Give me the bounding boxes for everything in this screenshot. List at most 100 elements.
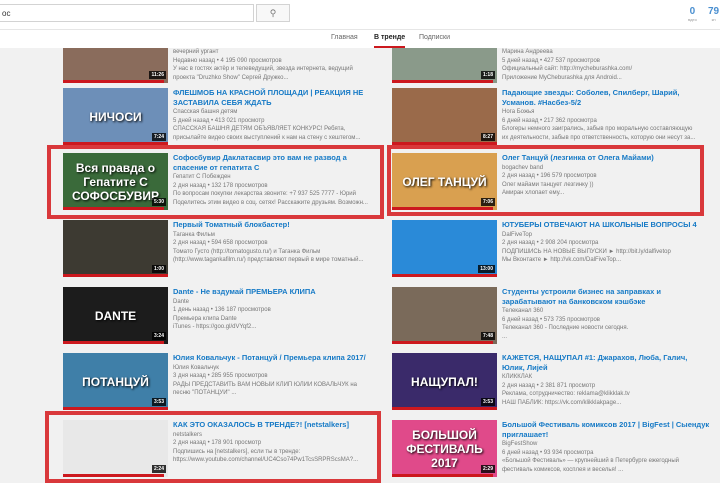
video-info: ЮТУБЕРЫ ОТВЕЧАЮТ НА ШКОЛЬНЫЕ ВОПРОСЫ 4 Da… [502, 220, 712, 265]
search-icon: ⚲ [269, 8, 277, 18]
video-thumbnail[interactable]: НИЧОСИ 7:24 [63, 88, 168, 145]
video-description: «Большой Фестиваль» — крупнейший в Петер… [502, 458, 680, 464]
video-views-meta: 1 день назад • 136 187 просмотров [173, 307, 271, 313]
video-views-meta: 6 дней назад • 217 362 просмотра [502, 117, 597, 124]
channel-name-link[interactable]: Телеканал 360 [502, 307, 712, 316]
video-views-meta: 2 дня назад • 2 381 871 просмотр [502, 382, 596, 389]
video-title-link[interactable]: Студенты устроили бизнес на заправках и … [502, 287, 712, 306]
channel-name-link[interactable]: КЛИККЛАК [502, 373, 712, 382]
video-title-link[interactable]: КАЖЕТСЯ, НАЩУПАЛ #1: Джарахов, Люба, Гал… [502, 353, 712, 372]
tab-trending[interactable]: В тренде [374, 34, 406, 48]
video-description: СПАССКАЯ БАШНЯ ДЕТЯМ ОБЪЯВЛЯЕТ КОНКУРС! … [173, 126, 346, 132]
stat-value: 79 [708, 6, 720, 17]
video-duration: 3:53 [480, 398, 495, 406]
tab-home[interactable]: Главная [331, 34, 358, 41]
video-description: РАДЫ ПРЕДСТАВИТЬ ВАМ НОВЫЙ КЛИП ЮЛИИ КОВ… [173, 381, 357, 388]
video-info: Первый Томатный блокбастер! Таганка Фильм… [173, 220, 383, 265]
video-views-meta: 3 дня назад • 285 955 просмотров [173, 373, 268, 379]
channel-name-link[interactable]: Спасская башня детям [173, 108, 383, 117]
video-description: фестиваль комиксов, косплея и веселья! .… [502, 466, 624, 473]
video-views-meta: 6 дней назад • 93 934 просмотра [502, 449, 594, 456]
thumbnail-text: БОЛЬШОЙ ФЕСТИВАЛЬ 2017 [406, 427, 483, 470]
video-title-link[interactable]: Первый Томатный блокбастер! [173, 220, 383, 230]
video-title-link[interactable]: Dante - Не вздумай ПРЕМЬЕРА КЛИПА [173, 287, 383, 297]
channel-name-link[interactable]: Таганка Фильм [173, 231, 383, 240]
watch-progress-bar [392, 274, 497, 277]
stat-subscribers[interactable]: 79 кн [708, 6, 719, 22]
video-thumbnail[interactable]: БОЛЬШОЙ ФЕСТИВАЛЬ 2017 2:29 [392, 420, 497, 477]
video-thumbnail[interactable]: 1:00 [63, 220, 168, 277]
watch-progress-bar [392, 407, 497, 410]
watch-progress-bar [63, 407, 168, 410]
channel-name-link[interactable]: Юлия Ковальчук [173, 364, 383, 373]
video-title-link[interactable]: ФЛЕШМОБ НА КРАСНОЙ ПЛОЩАДИ | РЕАКЦИЯ НЕ … [173, 88, 383, 107]
video-views-meta: 6 дней назад • 573 735 просмотров [502, 316, 600, 323]
video-title-link[interactable]: Большой Фестиваль комиксов 2017 | BigFes… [502, 420, 712, 439]
video-description: Официальный сайт: http://mycheburashka.c… [502, 66, 633, 72]
watch-progress-bar [392, 474, 493, 477]
watch-progress-bar [63, 80, 164, 83]
video-views-meta: Недавно назад • 4 195 090 просмотров [173, 57, 282, 64]
video-description: НАШ ПАБЛИК: https://vk.com/klikklakpage.… [502, 399, 622, 406]
watch-progress-bar [63, 341, 164, 344]
video-title-link[interactable]: Падающие звезды: Соболев, Спилберг, Шари… [502, 88, 712, 107]
highlight-box [45, 411, 381, 483]
video-duration: 11:26 [149, 71, 166, 79]
stat-label: вдео [688, 17, 697, 22]
video-duration: 8:27 [480, 133, 495, 141]
video-description: ... [502, 333, 508, 340]
stat-label: кн [711, 17, 716, 22]
video-description: Премьера клипа Dante [173, 315, 237, 322]
video-description: проекта "Druzhko Show" Сергей Дружко... [173, 74, 289, 81]
stat-value: 0 [689, 6, 696, 17]
channel-name-link[interactable]: Нога Божья [502, 108, 712, 117]
video-duration: 1:18 [480, 71, 495, 79]
top-header: ос ⚲ 0 вдео 79 кн [0, 0, 720, 30]
thumbnail-text: DANTE [94, 308, 137, 323]
watch-progress-bar [392, 80, 493, 83]
video-description: Реклама, сотрудничество: reklama@klikkla… [502, 391, 630, 397]
video-description: Блогеры немного заигрались, забыв про мо… [502, 126, 693, 132]
thumbnail-text: НАЩУПАЛ! [411, 374, 478, 389]
video-description: Мы Вконтакте ► http://vk.com/DalFiveTop.… [502, 257, 622, 263]
channel-name-link[interactable]: Dante [173, 298, 383, 307]
channel-name-link[interactable]: DalFiveTop [502, 231, 712, 240]
search-input[interactable]: ос [0, 4, 254, 22]
video-info: Студенты устроили бизнес на заправках и … [502, 287, 712, 341]
video-info: Падающие звезды: Соболев, Спилберг, Шари… [502, 88, 712, 142]
channel-name-link[interactable]: Марина Андреева [502, 48, 712, 57]
video-views-meta: 2 дня назад • 2 908 204 просмотра [502, 240, 599, 246]
tab-subscriptions[interactable]: Подписки [419, 34, 450, 41]
video-title-link[interactable]: Юлия Ковальчук - Потанцуй / Премьера кли… [173, 353, 383, 363]
video-duration: 1:00 [151, 265, 166, 273]
video-description: песню "ПОТАНЦУЙ" ... [173, 390, 237, 396]
watch-progress-bar [392, 341, 493, 344]
video-duration: 3:24 [151, 332, 166, 340]
feed-nav: Главная В тренде Подписки [0, 30, 720, 48]
video-thumbnail[interactable]: НАЩУПАЛ! 3:53 [392, 353, 497, 410]
video-thumbnail[interactable]: DANTE 3:24 [63, 287, 168, 344]
highlight-box [47, 145, 384, 219]
video-info: ФЛЕШМОБ НА КРАСНОЙ ПЛОЩАДИ | РЕАКЦИЯ НЕ … [173, 88, 383, 142]
video-description: iTunes - https://goo.gl/dVYqf2... [173, 324, 257, 330]
video-thumbnail[interactable]: 8:27 [392, 88, 497, 145]
video-thumbnail[interactable]: ПОТАНЦУЙ 3:53 [63, 353, 168, 410]
video-description: У нас в гостях актёр и телеведущий, звез… [173, 66, 353, 72]
video-thumbnail[interactable]: 13:00 [392, 220, 497, 277]
video-views-meta: 5 дней назад • 413 021 просмотр [173, 117, 265, 124]
video-thumbnail[interactable]: 7:48 [392, 287, 497, 344]
video-description: Томато Густо (http://tomatogusto.ru/) и … [173, 248, 321, 255]
search-button[interactable]: ⚲ [256, 4, 290, 22]
highlight-box [387, 145, 704, 216]
channel-name-link[interactable]: вечерний ургант [173, 48, 383, 57]
video-duration: 7:24 [151, 133, 166, 141]
video-description: ПОДПИШИСЬ НА НОВЫЕ ВЫПУСКИ ► http://bit.… [502, 248, 671, 255]
stat-videos[interactable]: 0 вдео [688, 6, 697, 22]
video-info: Dante - Не вздумай ПРЕМЬЕРА КЛИПА Dante 1 … [173, 287, 383, 332]
video-info: Марина Андреева 5 дней назад • 427 537 пр… [502, 48, 712, 82]
video-info: Большой Фестиваль комиксов 2017 | BigFes… [502, 420, 712, 474]
channel-name-link[interactable]: BigFestShow [502, 440, 712, 449]
video-info: вечерний ургант Недавно назад • 4 195 090… [173, 48, 383, 82]
video-title-link[interactable]: ЮТУБЕРЫ ОТВЕЧАЮТ НА ШКОЛЬНЫЕ ВОПРОСЫ 4 [502, 220, 712, 230]
video-info: Юлия Ковальчук - Потанцуй / Премьера кли… [173, 353, 383, 398]
